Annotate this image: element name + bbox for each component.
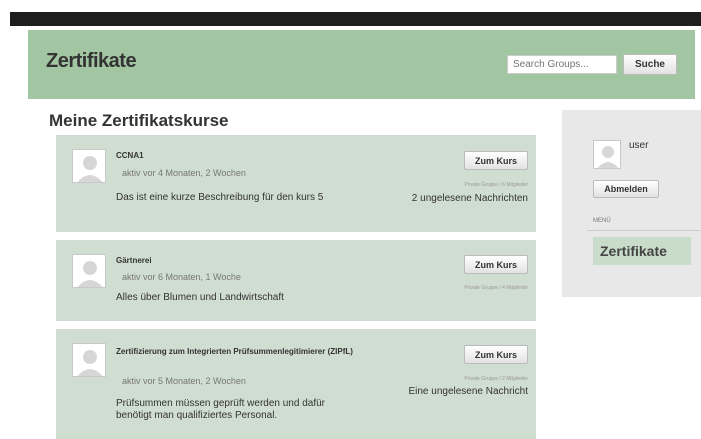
course-card-zipfl: Zertifizierung zum Integrierten Prüfsumm… (56, 329, 536, 439)
search-input[interactable] (507, 55, 617, 74)
unread-messages[interactable]: Eine ungelesene Nachricht (408, 386, 528, 397)
menu-label: MENÜ (593, 218, 611, 224)
zum-kurs-button[interactable]: Zum Kurs (464, 255, 528, 274)
zum-kurs-button[interactable]: Zum Kurs (464, 345, 528, 364)
user-avatar-icon (72, 149, 106, 183)
course-description: Prüfsummen müssen geprüft werden und daf… (116, 398, 325, 421)
course-activity: aktiv vor 5 Monaten, 2 Wochen (122, 376, 246, 386)
user-avatar-icon[interactable] (593, 140, 621, 169)
page-title: Zertifikate (46, 50, 137, 72)
course-title[interactable]: Zertifizierung zum Integrierten Prüfsumm… (116, 345, 396, 358)
group-info: Private Gruppe / 4 Mitglieder (464, 285, 528, 291)
menu-item-zertifikate[interactable]: Zertifikate (593, 237, 691, 265)
username[interactable]: user (629, 140, 648, 151)
course-activity: aktiv vor 4 Monaten, 2 Wochen (122, 168, 246, 178)
search-button[interactable]: Suche (623, 54, 677, 75)
course-description: Alles über Blumen und Landwirtschaft (116, 292, 284, 303)
group-info: Private Gruppe / 2 Mitglieder (464, 376, 528, 382)
course-title[interactable]: CCNA1 (116, 151, 144, 160)
group-info: Private Gruppe / 6 Mitglieder (464, 182, 528, 188)
menu-divider (587, 230, 701, 231)
course-card-ccna1: CCNA1 aktiv vor 4 Monaten, 2 Wochen Das … (56, 135, 536, 232)
course-card-gaertnerei: Gärtnerei aktiv vor 6 Monaten, 1 Woche A… (56, 240, 536, 321)
section-title: Meine Zertifikatskurse (49, 111, 229, 130)
logout-button[interactable]: Abmelden (593, 180, 659, 198)
unread-messages[interactable]: 2 ungelesene Nachrichten (412, 193, 528, 204)
course-title[interactable]: Gärtnerei (116, 256, 152, 265)
course-description: Das ist eine kurze Beschreibung für den … (116, 192, 324, 203)
groups-header: Zertifikate Suche (28, 30, 695, 99)
user-avatar-icon (72, 254, 106, 288)
top-bar (10, 12, 701, 26)
user-avatar-icon (72, 343, 106, 377)
sidebar: user Abmelden MENÜ Zertifikate (562, 110, 701, 297)
course-activity: aktiv vor 6 Monaten, 1 Woche (122, 272, 241, 282)
zum-kurs-button[interactable]: Zum Kurs (464, 151, 528, 170)
